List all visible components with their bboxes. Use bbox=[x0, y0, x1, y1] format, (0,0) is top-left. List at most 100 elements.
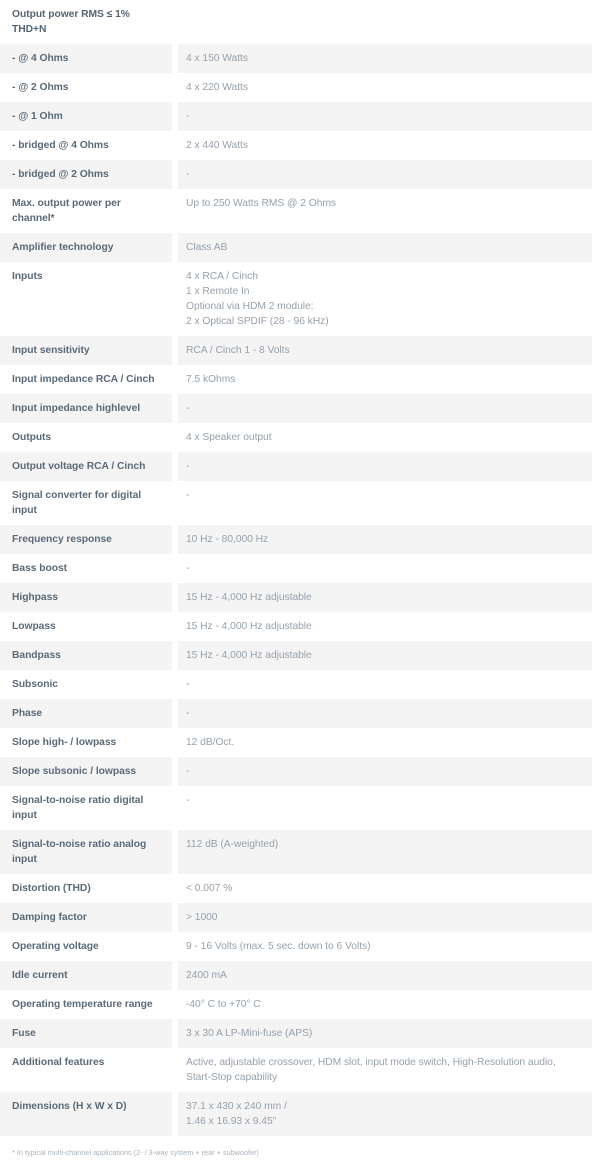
spec-value-line: > 1000 bbox=[186, 912, 218, 923]
spec-label: - @ 2 Ohms bbox=[0, 73, 172, 102]
table-row: Slope high- / lowpass 12 dB/Oct. bbox=[0, 728, 592, 757]
table-row: Subsonic - bbox=[0, 670, 592, 699]
spec-value: > 1000 bbox=[178, 903, 592, 932]
spec-value: - bbox=[178, 554, 592, 583]
spec-value bbox=[178, 0, 592, 44]
spec-value: - bbox=[178, 786, 592, 830]
spec-value-line: Class AB bbox=[186, 242, 228, 253]
spec-value: 15 Hz - 4,000 Hz adjustable bbox=[178, 612, 592, 641]
table-row: Bass boost - bbox=[0, 554, 592, 583]
spec-label: Dimensions (H x W x D) bbox=[0, 1092, 172, 1136]
spec-value: - bbox=[178, 160, 592, 189]
table-row: Dimensions (H x W x D) 37.1 x 430 x 240 m… bbox=[0, 1092, 592, 1136]
spec-label: Lowpass bbox=[0, 612, 172, 641]
spec-value-line: 12 dB/Oct. bbox=[186, 737, 235, 748]
spec-label: Slope subsonic / lowpass bbox=[0, 757, 172, 786]
spec-value-line: 10 Hz - 80,000 Hz bbox=[186, 534, 269, 545]
spec-value-line: 2 x 440 Watts bbox=[186, 140, 248, 151]
spec-value: - bbox=[178, 670, 592, 699]
spec-label: Input impedance highlevel bbox=[0, 394, 172, 423]
table-row: - bridged @ 4 Ohms 2 x 440 Watts bbox=[0, 131, 592, 160]
spec-value-line: RCA / Cinch 1 - 8 Volts bbox=[186, 345, 290, 356]
spec-value-line: 4 x Speaker output bbox=[186, 432, 272, 443]
table-row: Phase - bbox=[0, 699, 592, 728]
spec-label: Amplifier technology bbox=[0, 233, 172, 262]
spec-label: Additional features bbox=[0, 1048, 172, 1092]
spec-value-line: 112 dB (A-weighted) bbox=[186, 839, 279, 850]
spec-label: Input sensitivity bbox=[0, 336, 172, 365]
spec-label: Fuse bbox=[0, 1019, 172, 1048]
spec-value: 12 dB/Oct. bbox=[178, 728, 592, 757]
table-row: Highpass 15 Hz - 4,000 Hz adjustable bbox=[0, 583, 592, 612]
spec-value: - bbox=[178, 102, 592, 131]
spec-label: Max. output power per channel* bbox=[0, 189, 172, 233]
spec-value-line: 9 - 16 Volts (max. 5 sec. down to 6 Volt… bbox=[186, 941, 371, 952]
table-row: Amplifier technology Class AB bbox=[0, 233, 592, 262]
table-row: Output voltage RCA / Cinch - bbox=[0, 452, 592, 481]
spec-value-line: Up to 250 Watts RMS @ 2 Ohms bbox=[186, 198, 337, 209]
spec-value-line: -40° C to +70° C bbox=[186, 999, 261, 1010]
spec-value: Active, adjustable crossover, HDM slot, … bbox=[178, 1048, 592, 1092]
spec-value: - bbox=[178, 481, 592, 525]
spec-value: 4 x 220 Watts bbox=[178, 73, 592, 102]
spec-value-line: 1 x Remote In bbox=[186, 286, 250, 297]
spec-label: Damping factor bbox=[0, 903, 172, 932]
spec-value: - bbox=[178, 452, 592, 481]
spec-label: Slope high- / lowpass bbox=[0, 728, 172, 757]
spec-value-line: - bbox=[186, 795, 190, 806]
spec-value-line: < 0.007 % bbox=[186, 883, 233, 894]
spec-value-line: - bbox=[186, 708, 190, 719]
table-row: Max. output power per channel* Up to 250 … bbox=[0, 189, 592, 233]
table-row: Damping factor > 1000 bbox=[0, 903, 592, 932]
spec-value-line: - bbox=[186, 111, 190, 122]
spec-label: Subsonic bbox=[0, 670, 172, 699]
spec-label: Phase bbox=[0, 699, 172, 728]
spec-value-line: 2 x Optical SPDIF (28 - 96 kHz) bbox=[186, 316, 329, 327]
spec-label: Signal converter for digital input bbox=[0, 481, 172, 525]
spec-value: 4 x RCA / Cinch 1 x Remote In Optional via… bbox=[178, 262, 592, 336]
spec-value: - bbox=[178, 699, 592, 728]
spec-label: Operating temperature range bbox=[0, 990, 172, 1019]
spec-value: 9 - 16 Volts (max. 5 sec. down to 6 Volt… bbox=[178, 932, 592, 961]
table-row: Signal converter for digital input - bbox=[0, 481, 592, 525]
table-row: - @ 2 Ohms 4 x 220 Watts bbox=[0, 73, 592, 102]
spec-value: -40° C to +70° C bbox=[178, 990, 592, 1019]
table-row: Lowpass 15 Hz - 4,000 Hz adjustable bbox=[0, 612, 592, 641]
spec-value: 112 dB (A-weighted) bbox=[178, 830, 592, 874]
spec-value-line: - bbox=[186, 403, 190, 414]
spec-label: Idle current bbox=[0, 961, 172, 990]
table-row: Operating voltage 9 - 16 Volts (max. 5 se… bbox=[0, 932, 592, 961]
spec-value-line: - bbox=[186, 766, 190, 777]
spec-label: Input impedance RCA / Cinch bbox=[0, 365, 172, 394]
spec-value-line: 3 x 30 A LP-Mini-fuse (APS) bbox=[186, 1028, 313, 1039]
spec-value-line: 15 Hz - 4,000 Hz adjustable bbox=[186, 621, 312, 632]
spec-value-line: Active, adjustable crossover, HDM slot, … bbox=[186, 1057, 556, 1083]
spec-value: 37.1 x 430 x 240 mm / 1.46 x 16.93 x 9.45… bbox=[178, 1092, 592, 1136]
table-row: Inputs 4 x RCA / Cinch 1 x Remote In Option… bbox=[0, 262, 592, 336]
spec-value: 2400 mA bbox=[178, 961, 592, 990]
spec-value-line: 15 Hz - 4,000 Hz adjustable bbox=[186, 650, 312, 661]
table-row: Operating temperature range -40° C to +70… bbox=[0, 990, 592, 1019]
spec-label: Frequency response bbox=[0, 525, 172, 554]
spec-value: Class AB bbox=[178, 233, 592, 262]
spec-value: 3 x 30 A LP-Mini-fuse (APS) bbox=[178, 1019, 592, 1048]
spec-value: 4 x Speaker output bbox=[178, 423, 592, 452]
spec-label: - @ 4 Ohms bbox=[0, 44, 172, 73]
spec-value-line: 4 x RCA / Cinch bbox=[186, 271, 258, 282]
spec-value: - bbox=[178, 394, 592, 423]
spec-value: 10 Hz - 80,000 Hz bbox=[178, 525, 592, 554]
table-row: - @ 4 Ohms 4 x 150 Watts bbox=[0, 44, 592, 73]
spec-label: Signal-to-noise ratio analog input bbox=[0, 830, 172, 874]
table-row: Bandpass 15 Hz - 4,000 Hz adjustable bbox=[0, 641, 592, 670]
spec-label: - @ 1 Ohm bbox=[0, 102, 172, 131]
spec-value-line: 4 x 220 Watts bbox=[186, 82, 248, 93]
table-row: Frequency response 10 Hz - 80,000 Hz bbox=[0, 525, 592, 554]
table-row: Signal-to-noise ratio analog input 112 dB… bbox=[0, 830, 592, 874]
table-row: Signal-to-noise ratio digital input - bbox=[0, 786, 592, 830]
spec-value-line: Optional via HDM 2 module: bbox=[186, 301, 314, 312]
spec-value: RCA / Cinch 1 - 8 Volts bbox=[178, 336, 592, 365]
spec-value-line: - bbox=[186, 461, 190, 472]
spec-label: Highpass bbox=[0, 583, 172, 612]
table-row: Distortion (THD) < 0.007 % bbox=[0, 874, 592, 903]
table-row: Idle current 2400 mA bbox=[0, 961, 592, 990]
